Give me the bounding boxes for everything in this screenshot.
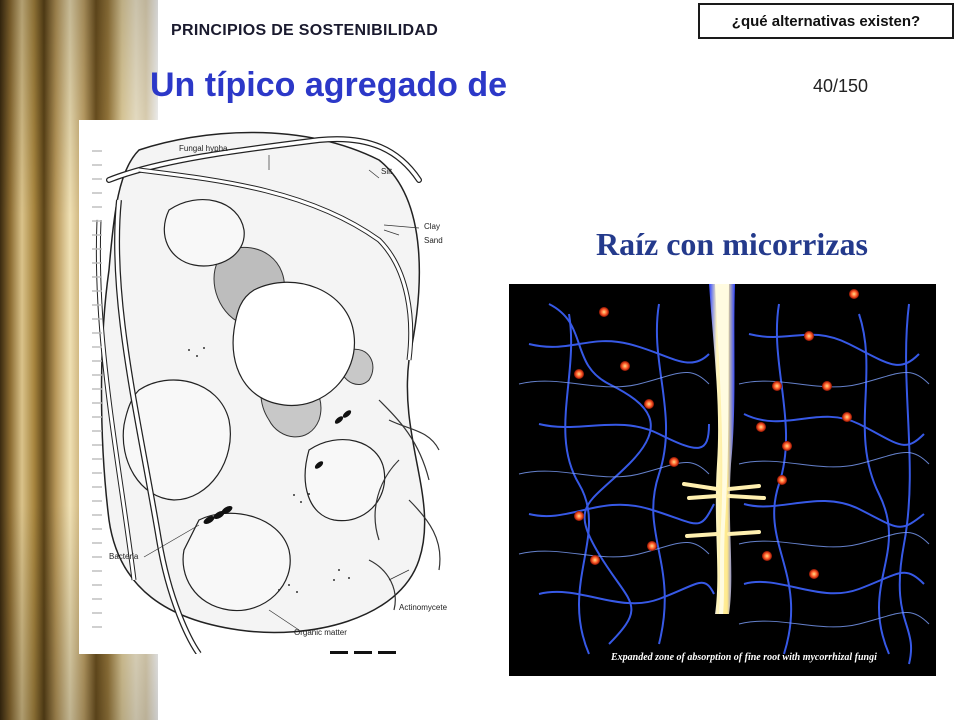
scale-bar [330, 651, 402, 654]
soil-aggregate-drawing [79, 120, 477, 656]
slide-title: Un típico agregado de [150, 66, 508, 104]
soil-aggregate-figure: Fungal hypha Silt Clay Sand Bacteria Act… [79, 120, 477, 656]
mycorrhiza-caption: Expanded zone of absorption of fine root… [611, 652, 877, 663]
label-organic-matter: Organic matter [294, 628, 347, 637]
label-fungal-hypha: Fungal hypha [179, 144, 228, 153]
label-clay: Clay [424, 222, 441, 231]
label-sand: Sand [424, 236, 443, 245]
label-bacteria: Bacteria [109, 552, 139, 561]
mycorrhiza-drawing [509, 284, 936, 676]
page-number: 40/150 [813, 76, 869, 96]
figure-ruler [92, 150, 102, 630]
label-silt: Silt [381, 167, 393, 176]
alternatives-button[interactable]: ¿qué alternativas existen? [698, 3, 954, 39]
mycorrhiza-title: Raíz con micorrizas [596, 226, 868, 262]
label-actinomycete: Actinomycete [399, 603, 448, 612]
section-label: PRINCIPIOS DE SOSTENIBILIDAD [171, 22, 439, 39]
mycorrhiza-figure: Expanded zone of absorption of fine root… [509, 284, 936, 676]
